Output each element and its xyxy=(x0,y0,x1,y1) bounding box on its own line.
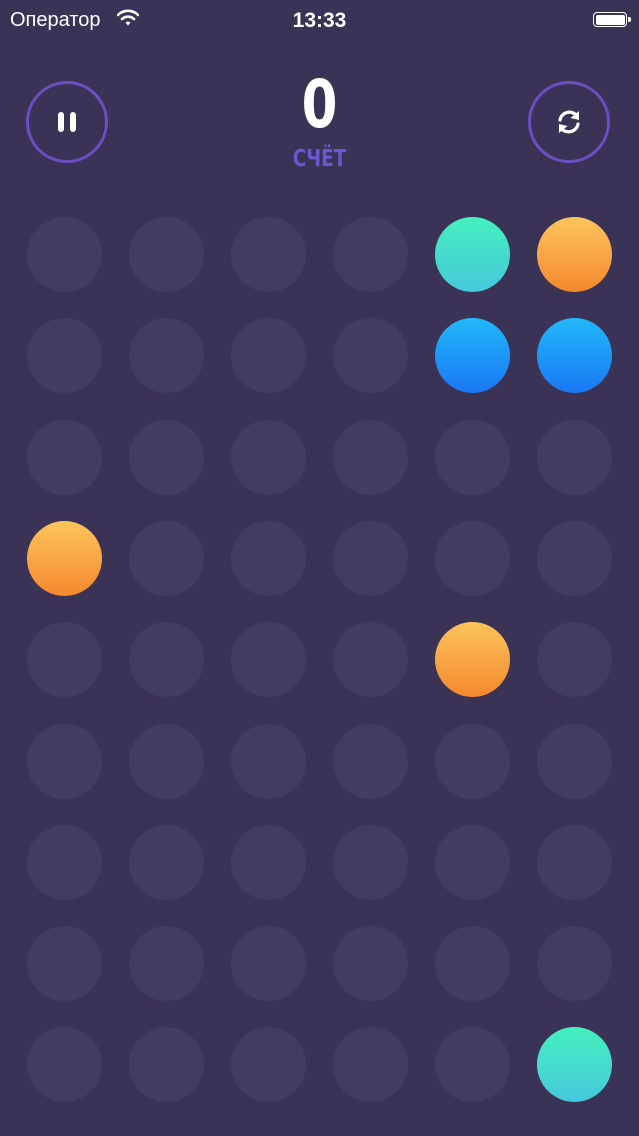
empty-cell[interactable] xyxy=(129,622,204,697)
orange-ball[interactable] xyxy=(537,217,612,292)
empty-cell[interactable] xyxy=(27,926,102,1001)
empty-cell[interactable] xyxy=(333,420,408,495)
empty-cell[interactable] xyxy=(537,622,612,697)
empty-cell[interactable] xyxy=(537,420,612,495)
empty-cell[interactable] xyxy=(333,622,408,697)
empty-cell[interactable] xyxy=(129,420,204,495)
blue-ball[interactable] xyxy=(435,318,510,393)
orange-ball[interactable] xyxy=(435,622,510,697)
empty-cell[interactable] xyxy=(537,724,612,799)
empty-cell[interactable] xyxy=(27,825,102,900)
empty-cell[interactable] xyxy=(129,1027,204,1102)
restart-button[interactable] xyxy=(528,81,610,163)
empty-cell[interactable] xyxy=(537,521,612,596)
battery-icon xyxy=(593,12,631,27)
empty-cell[interactable] xyxy=(435,420,510,495)
empty-cell[interactable] xyxy=(333,318,408,393)
empty-cell[interactable] xyxy=(27,420,102,495)
empty-cell[interactable] xyxy=(231,724,306,799)
empty-cell[interactable] xyxy=(231,1027,306,1102)
empty-cell[interactable] xyxy=(333,521,408,596)
empty-cell[interactable] xyxy=(537,825,612,900)
empty-cell[interactable] xyxy=(27,1027,102,1102)
empty-cell[interactable] xyxy=(231,825,306,900)
status-time: 13:33 xyxy=(292,9,347,32)
orange-ball[interactable] xyxy=(27,521,102,596)
empty-cell[interactable] xyxy=(435,521,510,596)
empty-cell[interactable] xyxy=(231,420,306,495)
empty-cell[interactable] xyxy=(333,217,408,292)
empty-cell[interactable] xyxy=(435,724,510,799)
empty-cell[interactable] xyxy=(129,318,204,393)
empty-cell[interactable] xyxy=(231,622,306,697)
empty-cell[interactable] xyxy=(333,1027,408,1102)
green-ball[interactable] xyxy=(435,217,510,292)
empty-cell[interactable] xyxy=(129,217,204,292)
empty-cell[interactable] xyxy=(537,926,612,1001)
empty-cell[interactable] xyxy=(435,926,510,1001)
score-value: 0 xyxy=(301,66,338,143)
empty-cell[interactable] xyxy=(231,926,306,1001)
empty-cell[interactable] xyxy=(231,318,306,393)
status-bar: Оператор 13:33 xyxy=(0,0,639,40)
empty-cell[interactable] xyxy=(333,825,408,900)
score-label: СЧЁТ xyxy=(292,146,347,172)
empty-cell[interactable] xyxy=(129,521,204,596)
empty-cell[interactable] xyxy=(129,926,204,1001)
empty-cell[interactable] xyxy=(333,926,408,1001)
empty-cell[interactable] xyxy=(27,724,102,799)
empty-cell[interactable] xyxy=(231,217,306,292)
empty-cell[interactable] xyxy=(435,825,510,900)
empty-cell[interactable] xyxy=(129,825,204,900)
empty-cell[interactable] xyxy=(27,622,102,697)
empty-cell[interactable] xyxy=(231,521,306,596)
empty-cell[interactable] xyxy=(27,217,102,292)
empty-cell[interactable] xyxy=(435,1027,510,1102)
refresh-icon xyxy=(558,110,580,134)
empty-cell[interactable] xyxy=(333,724,408,799)
blue-ball[interactable] xyxy=(537,318,612,393)
empty-cell[interactable] xyxy=(129,724,204,799)
green-ball[interactable] xyxy=(537,1027,612,1102)
empty-cell[interactable] xyxy=(27,318,102,393)
